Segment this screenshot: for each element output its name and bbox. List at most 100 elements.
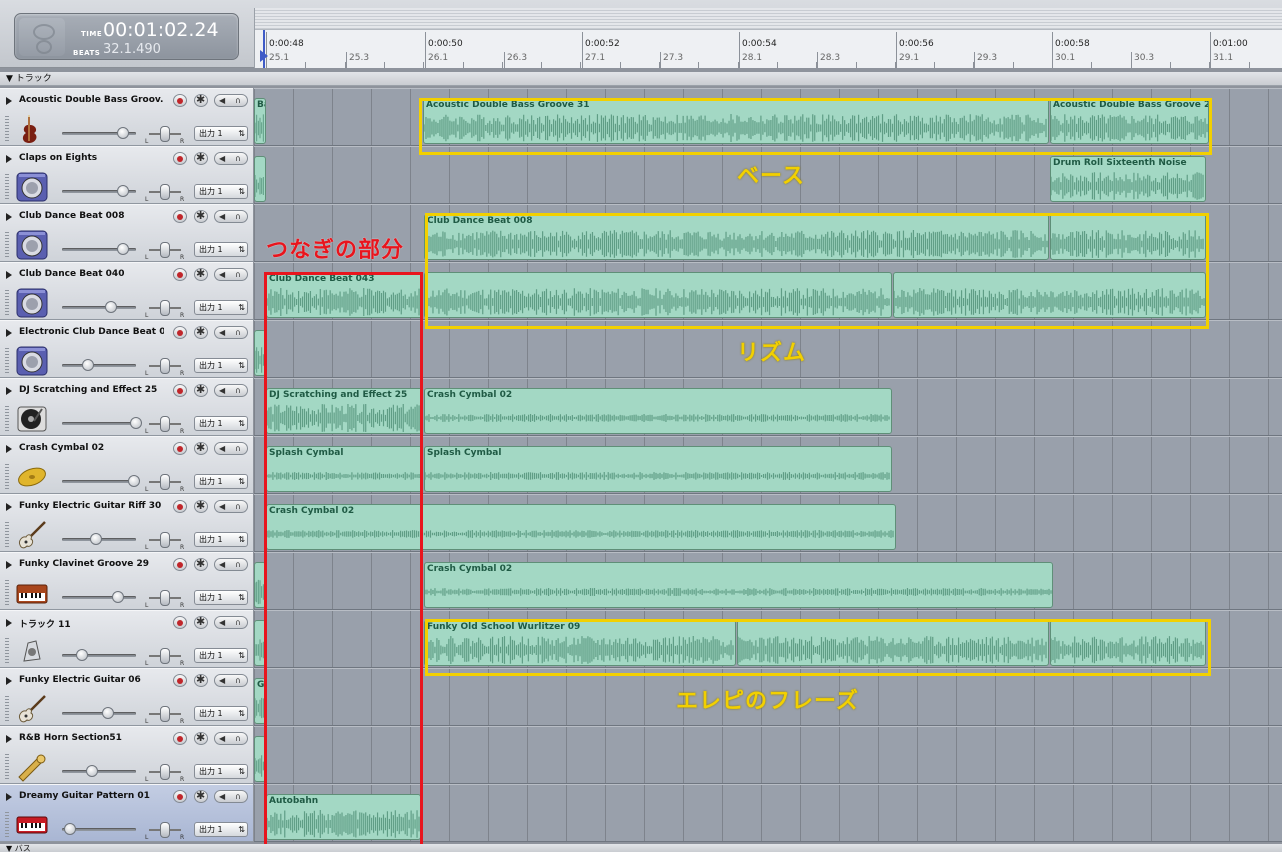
record-enable-button[interactable] bbox=[173, 210, 187, 223]
solo-headphones-icon[interactable]: ∩ bbox=[235, 791, 241, 802]
track-effects-button[interactable] bbox=[194, 789, 208, 803]
audio-region[interactable]: Bas bbox=[254, 98, 266, 144]
audio-region[interactable]: Gt bbox=[254, 678, 266, 724]
track-expand-triangle-icon[interactable] bbox=[6, 619, 12, 627]
volume-slider[interactable] bbox=[62, 185, 136, 197]
pan-knob[interactable] bbox=[160, 416, 170, 432]
volume-slider[interactable] bbox=[62, 127, 136, 139]
audio-region[interactable] bbox=[893, 272, 1206, 318]
mute-speaker-icon[interactable]: ◀ bbox=[219, 95, 225, 106]
pan-knob[interactable] bbox=[160, 300, 170, 316]
volume-slider[interactable] bbox=[62, 301, 136, 313]
pan-control[interactable]: LR bbox=[145, 530, 185, 551]
lcd-mode-icon[interactable] bbox=[19, 18, 65, 56]
audio-region[interactable]: Crash Cymbal 02 bbox=[266, 504, 896, 550]
pan-knob[interactable] bbox=[160, 822, 170, 838]
volume-slider-knob[interactable] bbox=[117, 127, 129, 139]
audio-region[interactable]: Funky Old School Wurlitzer 09 bbox=[424, 620, 736, 666]
pan-knob[interactable] bbox=[160, 474, 170, 490]
audio-region[interactable] bbox=[254, 156, 266, 202]
track-effects-button[interactable] bbox=[194, 615, 208, 629]
output-select[interactable]: 出力 1 bbox=[194, 822, 248, 837]
audio-region[interactable]: Autobahn bbox=[266, 794, 421, 840]
track-header[interactable]: Acoustic Double Bass Groov...◀∩LR出力 1 bbox=[0, 88, 253, 146]
volume-slider-knob[interactable] bbox=[64, 823, 76, 835]
track-expand-triangle-icon[interactable] bbox=[6, 445, 12, 453]
track-effects-button[interactable] bbox=[194, 383, 208, 397]
track-header[interactable]: Claps on Eights◀∩LR出力 1 bbox=[0, 146, 253, 204]
record-enable-button[interactable] bbox=[173, 732, 187, 745]
track-expand-triangle-icon[interactable] bbox=[6, 97, 12, 105]
track-lane[interactable] bbox=[254, 726, 1282, 784]
mute-solo-button-group[interactable]: ◀ ∩ bbox=[214, 732, 248, 745]
output-select[interactable]: 出力 1 bbox=[194, 184, 248, 199]
audio-region[interactable] bbox=[254, 562, 266, 608]
output-select[interactable]: 出力 1 bbox=[194, 242, 248, 257]
pan-control[interactable]: LR bbox=[145, 820, 185, 841]
mute-solo-button-group[interactable]: ◀ ∩ bbox=[214, 326, 248, 339]
audio-region[interactable]: Splash Cymbal bbox=[266, 446, 423, 492]
ruler-scroll-strip[interactable] bbox=[255, 8, 1282, 30]
volume-slider-knob[interactable] bbox=[86, 765, 98, 777]
output-select[interactable]: 出力 1 bbox=[194, 474, 248, 489]
track-expand-triangle-icon[interactable] bbox=[6, 677, 12, 685]
timeline-ruler[interactable]: 0:00:48 0:00:50 0:00:52 0:00:54 0:00:56 0:00:… bbox=[254, 8, 1282, 68]
mute-speaker-icon[interactable]: ◀ bbox=[219, 501, 225, 512]
track-header[interactable]: R&B Horn Section51◀∩LR出力 1 bbox=[0, 726, 253, 784]
record-enable-button[interactable] bbox=[173, 674, 187, 687]
solo-headphones-icon[interactable]: ∩ bbox=[235, 733, 241, 744]
track-effects-button[interactable] bbox=[194, 209, 208, 223]
mute-speaker-icon[interactable]: ◀ bbox=[219, 211, 225, 222]
record-enable-button[interactable] bbox=[173, 384, 187, 397]
drag-handle[interactable] bbox=[5, 115, 9, 141]
volume-slider-knob[interactable] bbox=[102, 707, 114, 719]
record-enable-button[interactable] bbox=[173, 268, 187, 281]
solo-headphones-icon[interactable]: ∩ bbox=[235, 675, 241, 686]
pan-knob[interactable] bbox=[160, 358, 170, 374]
drag-handle[interactable] bbox=[5, 695, 9, 721]
mute-solo-button-group[interactable]: ◀ ∩ bbox=[214, 674, 248, 687]
solo-headphones-icon[interactable]: ∩ bbox=[235, 617, 241, 628]
track-effects-button[interactable] bbox=[194, 93, 208, 107]
solo-headphones-icon[interactable]: ∩ bbox=[235, 269, 241, 280]
mute-speaker-icon[interactable]: ◀ bbox=[219, 733, 225, 744]
audio-region[interactable] bbox=[254, 330, 266, 376]
solo-headphones-icon[interactable]: ∩ bbox=[235, 95, 241, 106]
track-effects-button[interactable] bbox=[194, 499, 208, 513]
solo-headphones-icon[interactable]: ∩ bbox=[235, 501, 241, 512]
track-header[interactable]: トラック 11◀∩LR出力 1 bbox=[0, 610, 253, 668]
track-expand-triangle-icon[interactable] bbox=[6, 503, 12, 511]
volume-slider[interactable] bbox=[62, 533, 136, 545]
volume-slider-knob[interactable] bbox=[130, 417, 142, 429]
mute-solo-button-group[interactable]: ◀ ∩ bbox=[214, 94, 248, 107]
mute-solo-button-group[interactable]: ◀ ∩ bbox=[214, 210, 248, 223]
mute-speaker-icon[interactable]: ◀ bbox=[219, 443, 225, 454]
track-effects-button[interactable] bbox=[194, 731, 208, 745]
pan-control[interactable]: LR bbox=[145, 240, 185, 261]
output-select[interactable]: 出力 1 bbox=[194, 126, 248, 141]
volume-slider-knob[interactable] bbox=[90, 533, 102, 545]
pan-control[interactable]: LR bbox=[145, 298, 185, 319]
audio-region[interactable]: Drum Roll Sixteenth Noise bbox=[1050, 156, 1206, 202]
volume-slider[interactable] bbox=[62, 417, 142, 429]
track-expand-triangle-icon[interactable] bbox=[6, 793, 12, 801]
output-select[interactable]: 出力 1 bbox=[194, 416, 248, 431]
track-header[interactable]: Funky Electric Guitar 06◀∩LR出力 1 bbox=[0, 668, 253, 726]
volume-slider-knob[interactable] bbox=[117, 185, 129, 197]
audio-region[interactable] bbox=[254, 620, 266, 666]
volume-slider[interactable] bbox=[62, 765, 136, 777]
pan-control[interactable]: LR bbox=[145, 356, 185, 377]
audio-region[interactable]: Crash Cymbal 02 bbox=[424, 562, 1053, 608]
record-enable-button[interactable] bbox=[173, 94, 187, 107]
track-expand-triangle-icon[interactable] bbox=[6, 213, 12, 221]
pan-knob[interactable] bbox=[160, 764, 170, 780]
track-expand-triangle-icon[interactable] bbox=[6, 271, 12, 279]
record-enable-button[interactable] bbox=[173, 558, 187, 571]
bus-section-header[interactable]: ▼ バス bbox=[0, 844, 1282, 852]
track-expand-triangle-icon[interactable] bbox=[6, 387, 12, 395]
output-select[interactable]: 出力 1 bbox=[194, 532, 248, 547]
mute-solo-button-group[interactable]: ◀ ∩ bbox=[214, 500, 248, 513]
record-enable-button[interactable] bbox=[173, 152, 187, 165]
drag-handle[interactable] bbox=[5, 579, 9, 605]
pan-knob[interactable] bbox=[160, 126, 170, 142]
